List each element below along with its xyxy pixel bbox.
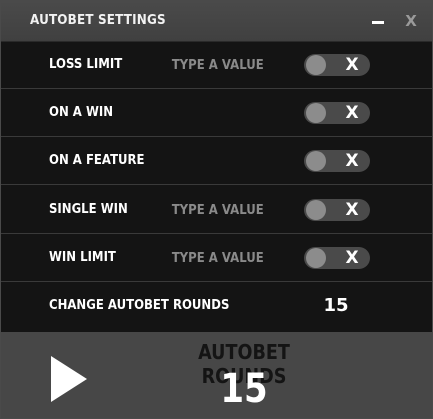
on-a-feature-label: ON A FEATURE [49, 153, 145, 168]
toggle-off-icon: X [345, 248, 359, 268]
change-autobet-rounds-row: CHANGE AUTOBET ROUNDS 15 [1, 283, 432, 329]
single-win-row: SINGLE WIN X [1, 187, 432, 234]
on-a-feature-toggle[interactable]: X [304, 150, 370, 172]
win-limit-label: WIN LIMIT [49, 250, 116, 265]
toggle-knob [306, 200, 326, 220]
toggle-off-icon: X [345, 55, 359, 75]
autobet-footer: AUTOBET ROUNDS 15 [1, 332, 432, 418]
toggle-knob [306, 55, 326, 75]
toggle-off-icon: X [345, 103, 359, 123]
single-win-label: SINGLE WIN [49, 202, 128, 217]
minimize-icon [372, 21, 384, 24]
on-a-win-toggle[interactable]: X [304, 102, 370, 124]
autobet-rounds-selector[interactable]: 15 [319, 283, 353, 329]
on-a-win-label: ON A WIN [49, 105, 113, 120]
window-title: AUTOBET SETTINGS [30, 13, 166, 28]
loss-limit-row: LOSS LIMIT X [1, 42, 432, 89]
change-autobet-rounds-label: CHANGE AUTOBET ROUNDS [49, 298, 230, 313]
toggle-knob [306, 151, 326, 171]
autobet-rounds-count: 15 [220, 366, 268, 412]
play-icon [51, 356, 87, 402]
win-limit-input[interactable] [169, 247, 271, 269]
start-autobet-button[interactable] [45, 354, 93, 404]
on-a-win-row: ON A WIN X [1, 90, 432, 137]
single-win-toggle[interactable]: X [304, 199, 370, 221]
toggle-knob [306, 103, 326, 123]
minimize-button[interactable] [370, 13, 386, 29]
toggle-knob [306, 248, 326, 268]
loss-limit-input[interactable] [169, 54, 271, 76]
toggle-off-icon: X [345, 151, 359, 171]
autobet-settings-window: AUTOBET SETTINGS X LOSS LIMIT X ON A WIN… [0, 0, 433, 419]
on-a-feature-row: ON A FEATURE X [1, 138, 432, 185]
title-bar: AUTOBET SETTINGS X [1, 1, 432, 42]
toggle-off-icon: X [345, 200, 359, 220]
loss-limit-toggle[interactable]: X [304, 54, 370, 76]
close-button[interactable]: X [403, 13, 419, 29]
loss-limit-label: LOSS LIMIT [49, 57, 123, 72]
win-limit-toggle[interactable]: X [304, 247, 370, 269]
win-limit-row: WIN LIMIT X [1, 235, 432, 282]
single-win-input[interactable] [169, 199, 271, 221]
